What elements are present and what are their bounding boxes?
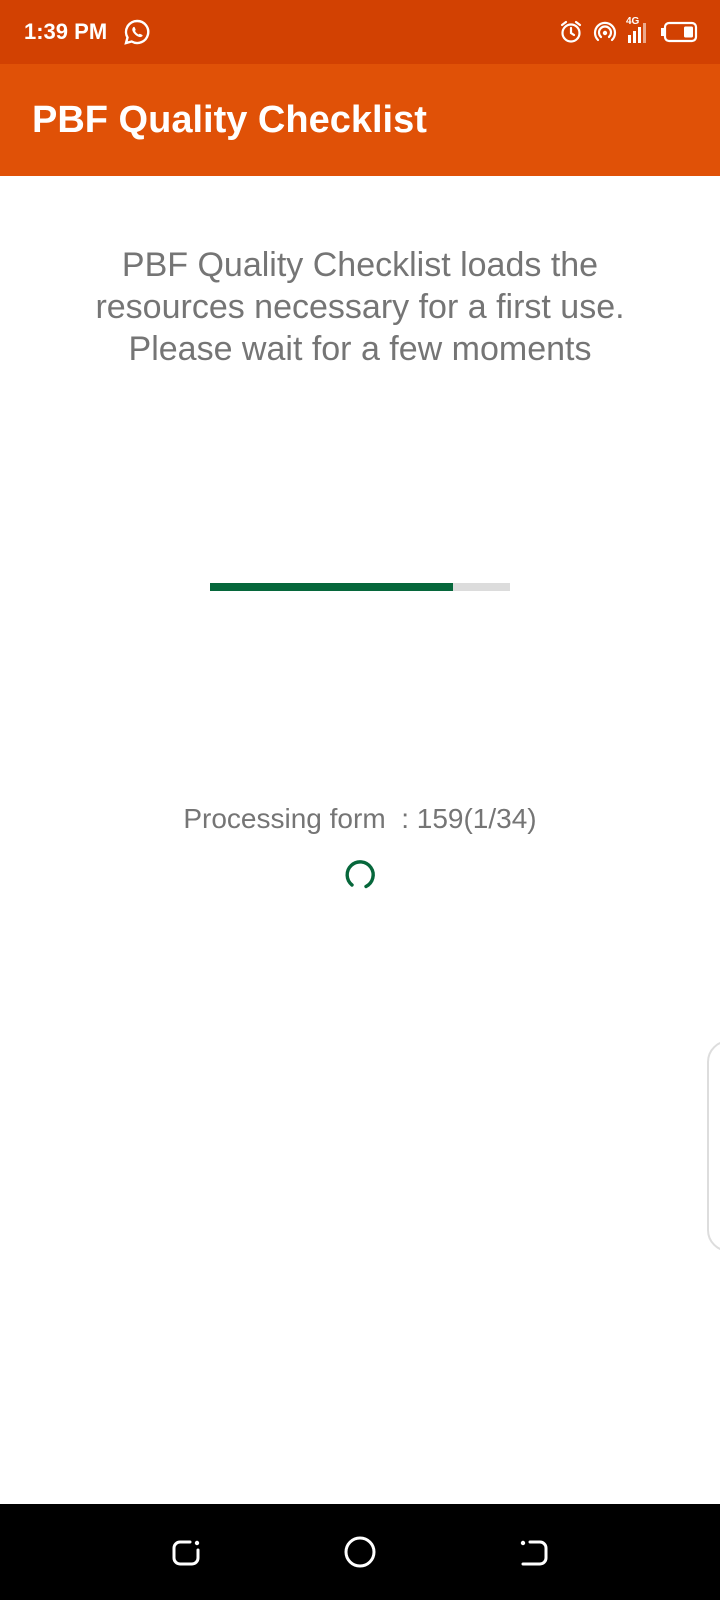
- message-line: Please wait for a few moments: [128, 330, 592, 368]
- edge-panel-handle[interactable]: [707, 1040, 720, 1252]
- processing-status: Processing form : 159(1/34): [183, 803, 537, 834]
- alarm-icon: [558, 19, 584, 45]
- home-icon[interactable]: [342, 1534, 378, 1570]
- status-time: 1:39 PM: [24, 19, 108, 44]
- signal-icon: 4G: [626, 16, 652, 45]
- back-icon[interactable]: [516, 1534, 552, 1570]
- loading-message: PBF Quality Checklist loads the resource…: [60, 244, 660, 370]
- battery-icon: [660, 21, 698, 43]
- message-line: resources necessary for a first use.: [95, 288, 625, 326]
- hotspot-icon: [592, 19, 618, 45]
- network-type-label: 4G: [626, 16, 640, 27]
- app-title: PBF Quality Checklist: [32, 98, 427, 141]
- recents-icon[interactable]: [168, 1534, 204, 1570]
- status-bar: 1:39 PM 4G: [0, 0, 720, 64]
- progress-bar-fill: [210, 583, 453, 591]
- app-bar: PBF Quality Checklist: [0, 64, 720, 176]
- progress-bar: [210, 583, 510, 591]
- navigation-bar: [0, 1504, 720, 1600]
- whatsapp-icon: [123, 18, 151, 46]
- message-line: PBF Quality Checklist loads the: [121, 246, 599, 284]
- spinner-arc: [345, 860, 375, 889]
- loading-spinner-icon: [343, 858, 377, 892]
